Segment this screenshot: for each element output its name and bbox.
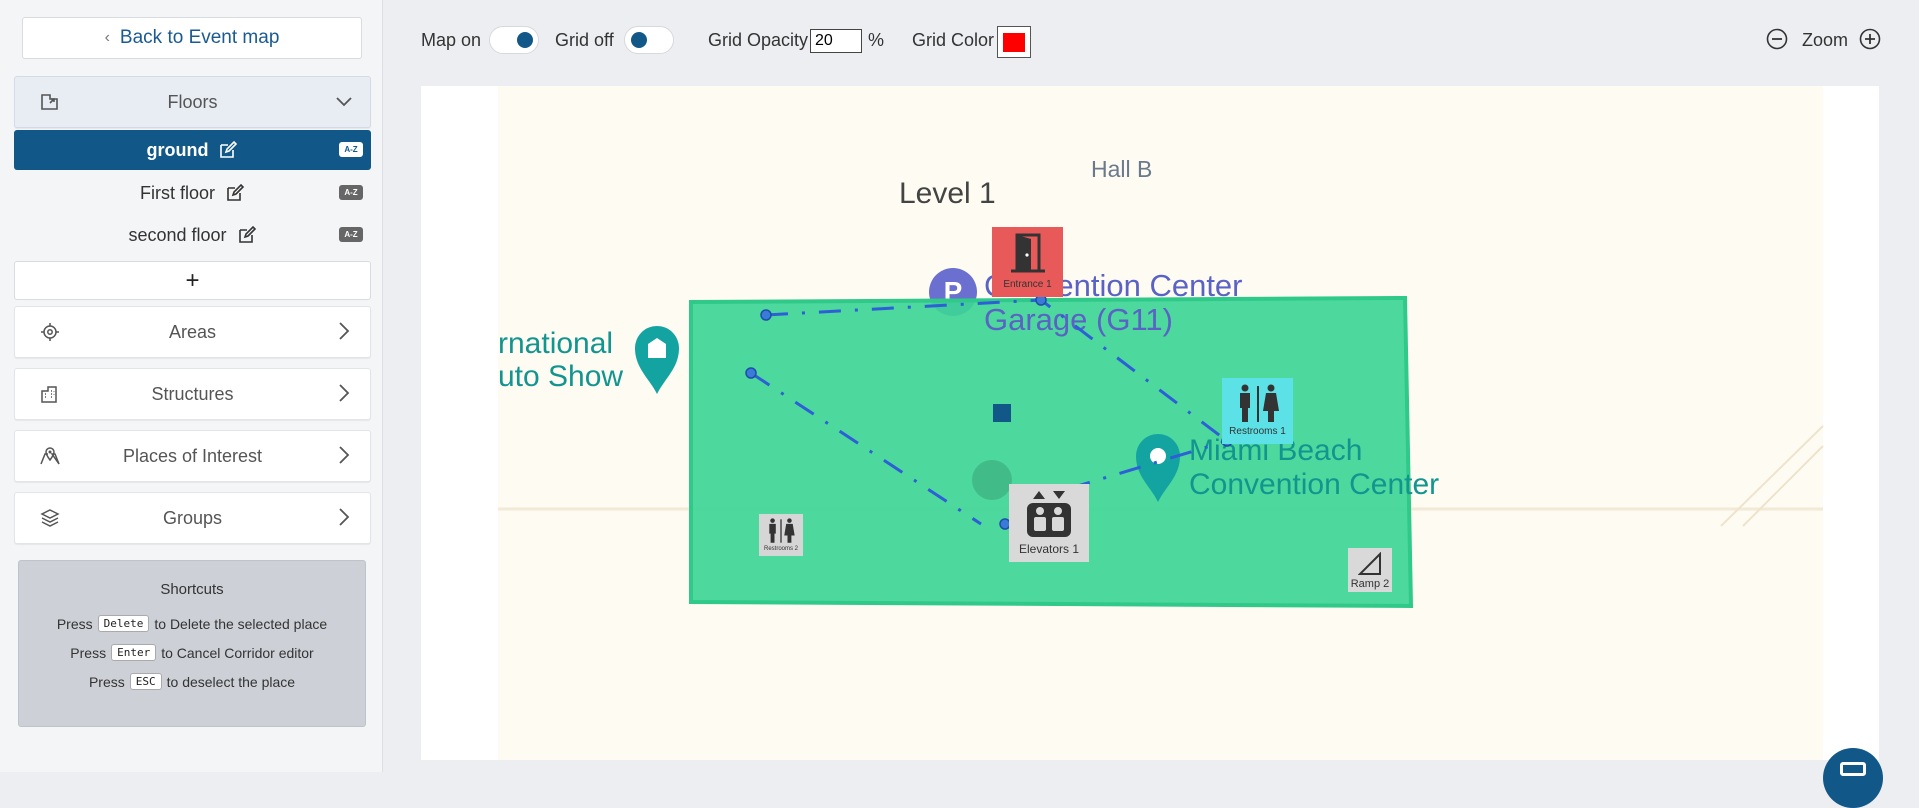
toggle-knob — [517, 32, 533, 48]
edit-icon[interactable] — [218, 140, 238, 160]
elevators-label: Elevators 1 — [1018, 542, 1080, 556]
floor-item-first-floor[interactable]: First floor A-Z — [14, 173, 371, 213]
shortcut-key: ESC — [129, 673, 162, 690]
door-icon — [1011, 233, 1045, 273]
shortcut-line-esc: Press ESC to deselect the place — [19, 673, 365, 690]
groups-section-header[interactable]: Groups — [14, 492, 371, 544]
grid-opacity-input[interactable] — [810, 29, 862, 53]
places-of-interest-section-header[interactable]: Places of Interest — [14, 430, 371, 482]
chevron-left-icon: ‹ — [104, 29, 110, 46]
places-of-interest-label: Places of Interest — [122, 445, 263, 466]
floors-label: Floors — [167, 91, 218, 112]
chevron-right-icon — [339, 322, 350, 340]
opacity-unit: % — [868, 30, 885, 50]
shortcut-post: to deselect the place — [166, 673, 296, 690]
shortcut-line-enter: Press Enter to Cancel Corridor editor — [19, 644, 365, 661]
areas-label: Areas — [168, 321, 217, 342]
shortcut-pre: Press — [88, 673, 125, 690]
structures-label: Structures — [151, 383, 234, 404]
grid-color-picker[interactable] — [997, 26, 1031, 58]
entrance-label: Entrance 1 — [1003, 279, 1052, 290]
shortcut-pre: Press — [70, 644, 107, 661]
corridor-line[interactable] — [765, 298, 1228, 443]
toggle-knob — [631, 32, 647, 48]
floor-item-ground[interactable]: ground A-Z — [14, 130, 371, 170]
shortcut-key: Delete — [97, 615, 150, 632]
zoom-in-icon[interactable] — [1858, 27, 1882, 51]
chevron-right-icon — [339, 508, 350, 526]
map-toggle[interactable] — [489, 26, 539, 54]
corridor-line[interactable] — [750, 371, 982, 526]
plus-icon: + — [185, 266, 200, 294]
zoom-label: Zoom — [1802, 30, 1849, 50]
elevators-place[interactable]: Elevators 1 — [1009, 484, 1089, 562]
map-canvas[interactable]: P Level 1 Hall B Convention Center Garag… — [421, 86, 1879, 760]
grid-opacity-label: Grid Opacity — [708, 30, 809, 50]
grid-color-fill — [1003, 33, 1025, 52]
corridor-node[interactable] — [745, 367, 757, 379]
zoom-out-icon[interactable] — [1765, 27, 1789, 51]
floors-section-header[interactable]: Floors — [14, 76, 371, 128]
structures-section-header[interactable]: Structures — [14, 368, 371, 420]
entrance-place[interactable]: Entrance 1 — [992, 227, 1063, 297]
grid-toggle[interactable] — [624, 26, 674, 54]
grid-color-label: Grid Color — [912, 30, 995, 50]
building-icon — [41, 386, 57, 403]
shortcut-post: to Delete the selected place — [154, 615, 328, 632]
shortcuts-panel: Shortcuts Press Delete to Delete the sel… — [18, 560, 366, 727]
floor-name: second floor — [128, 224, 227, 245]
corridor-layer — [745, 294, 1233, 530]
ramp-icon — [1358, 552, 1381, 575]
map-toggle-label: Map on — [421, 30, 482, 50]
chevron-right-icon — [339, 384, 350, 402]
map-pin-icon — [40, 447, 60, 465]
shortcuts-title: Shortcuts — [160, 581, 224, 598]
shortcut-post: to Cancel Corridor editor — [161, 644, 314, 661]
grid-toggle-label: Grid off — [555, 30, 614, 50]
floor-item-second-floor[interactable]: second floor A-Z — [14, 215, 371, 255]
restrooms-1-place[interactable]: Restrooms 1 — [1222, 378, 1293, 444]
back-to-event-map-button[interactable]: ‹ Back to Event map — [22, 17, 362, 59]
chat-support-button[interactable] — [1823, 748, 1883, 808]
sidebar: ‹ Back to Event map Floors ground A-Z Fi… — [0, 0, 383, 772]
restrooms-1-label: Restrooms 1 — [1229, 426, 1286, 437]
sort-alpha-badge[interactable]: A-Z — [339, 142, 363, 157]
target-icon — [41, 323, 59, 341]
shortcut-key: Enter — [111, 644, 157, 661]
groups-label: Groups — [162, 507, 223, 528]
floor-name: ground — [146, 139, 209, 160]
restrooms-2-label: Restrooms 2 — [763, 546, 798, 552]
shortcut-line-delete: Press Delete to Delete the selected plac… — [19, 615, 365, 632]
corridor-node[interactable] — [760, 309, 772, 321]
restroom-icon — [769, 518, 795, 543]
chat-icon — [1840, 762, 1866, 776]
chevron-right-icon — [339, 446, 350, 464]
edit-icon[interactable] — [237, 225, 257, 245]
chevron-down-icon — [336, 97, 352, 107]
restroom-icon — [1240, 384, 1279, 422]
ramp-place[interactable]: Ramp 2 — [1348, 548, 1392, 592]
ramp-label: Ramp 2 — [1350, 578, 1390, 590]
floor-plan-icon — [41, 94, 58, 110]
floor-name: First floor — [139, 182, 215, 203]
areas-section-header[interactable]: Areas — [14, 306, 371, 358]
back-button-label: Back to Event map — [119, 27, 280, 48]
add-floor-button[interactable]: + — [14, 261, 371, 300]
sort-alpha-badge[interactable]: A-Z — [339, 185, 363, 200]
edit-icon[interactable] — [225, 183, 245, 203]
shortcut-pre: Press — [56, 615, 93, 632]
layers-icon — [40, 509, 60, 527]
elevator-icon — [1027, 491, 1071, 537]
sort-alpha-badge[interactable]: A-Z — [339, 227, 363, 242]
restrooms-2-place[interactable]: Restrooms 2 — [759, 514, 803, 556]
